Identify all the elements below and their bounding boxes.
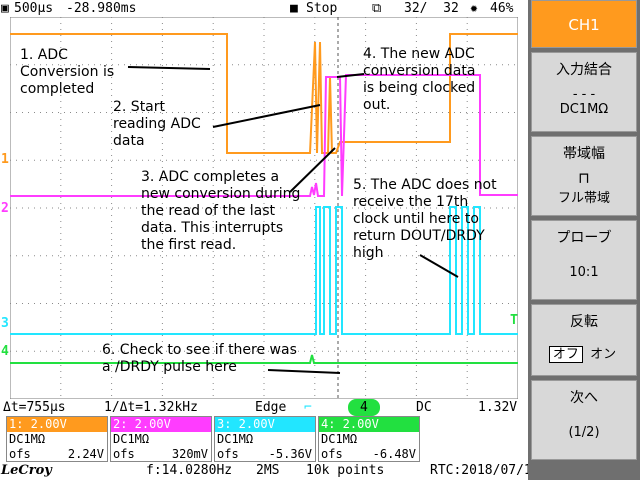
menu-title-ch1[interactable]: CH1 [531,0,637,48]
rising-edge-icon: ⌐ [304,400,312,415]
annotation-5: 5. The ADC does not receive the 17th clo… [353,177,497,261]
menu-page: (1/2) [568,425,600,440]
battery-level: 46% [490,1,514,16]
annotation-4: 4. The new ADC conversion data is being … [363,46,476,113]
cursor-readout-row: Δt=755µs 1/Δt=1.32kHz Edge ⌐ 4 DC 1.32V [0,399,528,416]
settings-gear-icon: ✹ [470,1,478,16]
input-coupling-label: 入力結合 [556,62,612,78]
ch2-marker[interactable]: 2 [1,201,9,216]
ch4-offset-row: ofs -6.48V [321,447,416,461]
probe-label: プローブ [556,230,612,246]
invert-label: 反転 [570,314,598,330]
ch1-coupling: DC1MΩ [9,432,46,446]
full-bandwidth-icon: ⊓ [578,169,590,187]
run-state: Stop [306,1,338,16]
delay-readout: -28.980ms [66,1,137,16]
bandwidth-label: 帯域幅 [563,146,605,162]
ch3-scale: 3: 2.00V [215,417,315,432]
acquisition-count: 32/ 32 [404,1,459,16]
channel-menu-panel: CH1 入力結合 - - - DC1MΩ 帯域幅 ⊓ フル帯域 プローブ 10:… [528,0,640,480]
ch2-coupling: DC1MΩ [113,432,150,446]
ch1-scale: 1: 2.00V [7,417,107,432]
annotation-1: 1. ADC Conversion is completed [20,47,115,97]
annotation-6: 6. Check to see if there was a /DRDY pul… [102,342,297,375]
invert-off-option[interactable]: オフ [548,346,583,363]
ch1-info-box[interactable]: 1: 2.00V DC1MΩ ofs 2.24V [6,416,108,462]
trigger-type: Edge [255,400,287,415]
timebase-icon: ▣ [1,1,9,16]
inverse-delta-t: 1/Δt=1.32kHz [104,400,198,415]
bandwidth-button[interactable]: 帯域幅 ⊓ フル帯域 [531,136,637,216]
timebase-readout: 500µs [14,1,54,16]
ch3-info-box[interactable]: 3: 2.00V DC1MΩ ofs -5.36V [214,416,316,462]
annotation-2: 2. Start reading ADC data [113,99,201,149]
dc-coupling-icon: - - - [572,87,596,102]
top-status-bar: ▣ 500µs -28.980ms ■ Stop ⧉ 32/ 32 ✹ 46% [0,0,528,17]
brand-logo: LeCroy [1,463,52,478]
trigger-coupling: DC [416,400,432,415]
probe-value: 10:1 [569,265,599,280]
trigger-source-badge: 4 [348,399,380,416]
ch2-offset-row: ofs 320mV [113,447,208,461]
ch4-info-box[interactable]: 4: 2.00V DC1MΩ ofs -6.48V [318,416,420,462]
input-coupling-button[interactable]: 入力結合 - - - DC1MΩ [531,52,637,132]
ch4-coupling: DC1MΩ [321,432,358,446]
ch4-marker[interactable]: 4 [1,344,9,359]
sample-rate: 2MS [256,463,280,478]
invert-button[interactable]: 反転 オフ オン [531,304,637,376]
delta-t: Δt=755µs [3,400,66,415]
next-page-button[interactable]: 次へ (1/2) [531,380,637,460]
ch3-offset: -5.36V [268,447,312,461]
trigger-level: 1.32V [478,400,518,415]
ch3-marker[interactable]: 3 [1,316,9,331]
input-coupling-value: DC1MΩ [559,102,609,117]
ch3-coupling: DC1MΩ [217,432,254,446]
invert-on-option[interactable]: オン [587,347,619,362]
trigger-level-marker[interactable]: T [510,313,518,328]
next-label: 次へ [570,390,598,406]
ch2-offset: 320mV [171,447,208,461]
annotation-3: 3. ADC completes a new conversion during… [141,169,301,253]
ch2-scale: 2: 2.00V [111,417,211,432]
ch3-offset-row: ofs -5.36V [217,447,312,461]
ch1-offset-row: ofs 2.24V [9,447,104,461]
probe-button[interactable]: プローブ 10:1 [531,220,637,300]
ch2-info-box[interactable]: 2: 2.00V DC1MΩ ofs 320mV [110,416,212,462]
record-length: 10k points [306,463,385,478]
stop-icon: ■ [290,1,298,16]
acquisition-icon: ⧉ [372,1,382,16]
frequency-counter: f:14.0280Hz [146,463,233,478]
ch1-marker[interactable]: 1 [1,152,9,167]
bandwidth-value: フル帯域 [557,191,610,206]
ch1-offset: 2.24V [67,447,104,461]
ch4-scale: 4: 2.00V [319,417,419,432]
ch4-offset: -6.48V [372,447,416,461]
